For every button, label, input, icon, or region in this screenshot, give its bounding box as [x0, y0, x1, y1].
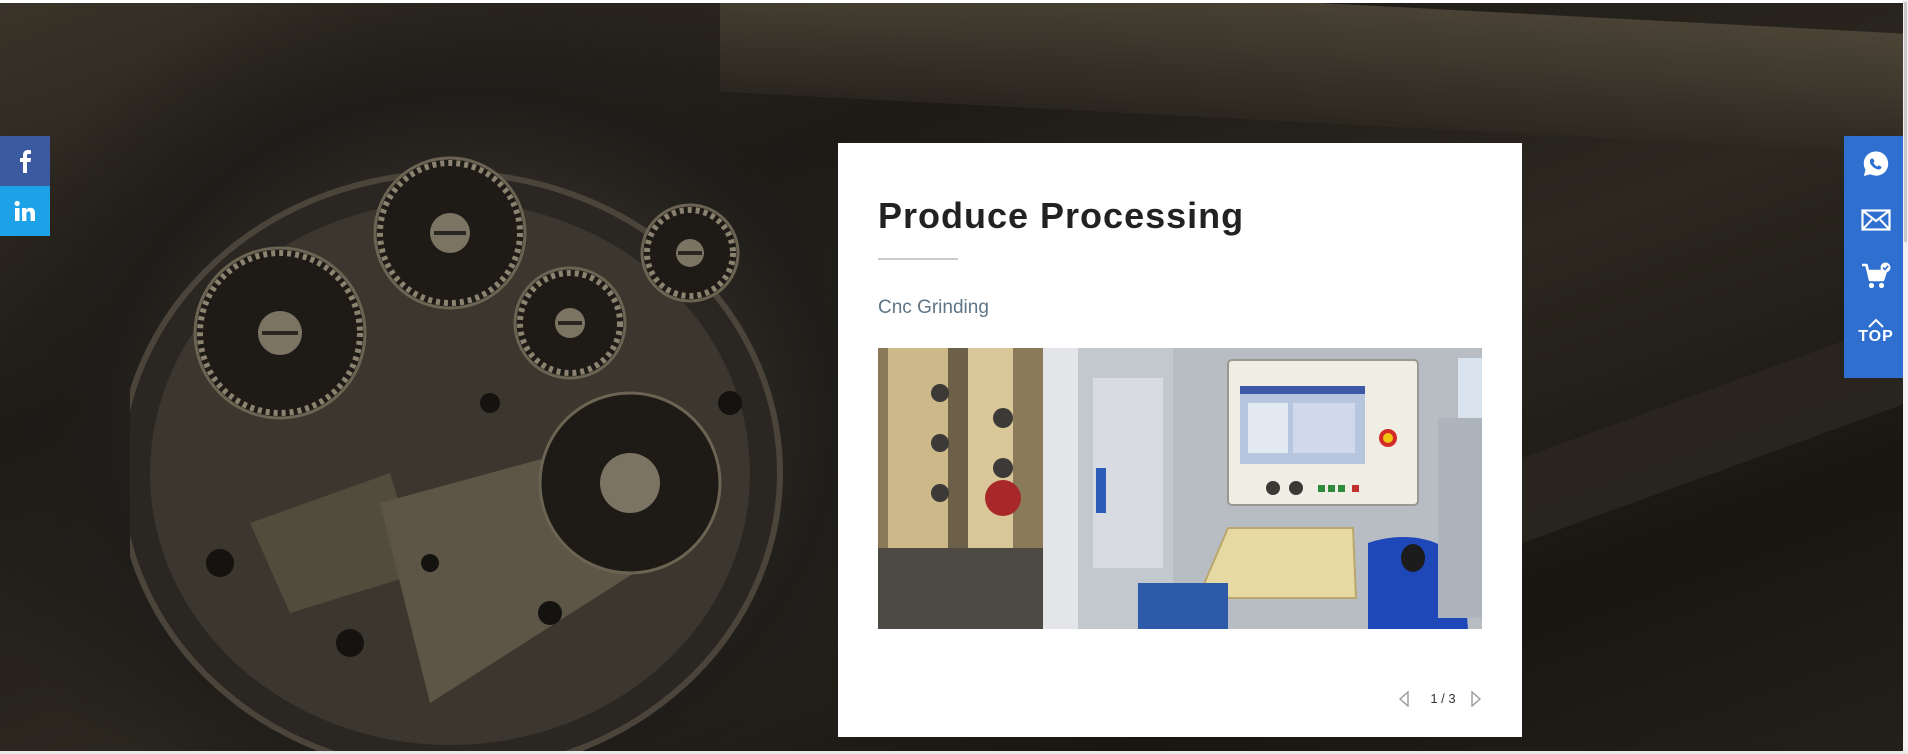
back-to-top-button[interactable]: TOP [1844, 304, 1908, 360]
whatsapp-icon [1863, 151, 1889, 176]
cart-icon [1862, 262, 1891, 289]
back-to-top-label: TOP [1858, 328, 1894, 345]
title-divider [878, 258, 958, 260]
watch-movement-illustration [130, 156, 783, 751]
slide-counter: 1 / 3 [1430, 691, 1456, 706]
background-machine-shape [720, 3, 1908, 155]
cart-button[interactable] [1844, 248, 1908, 304]
facebook-share-button[interactable] [0, 136, 50, 186]
floating-contact-rail: TOP [1844, 136, 1908, 378]
scrollbar-thumb[interactable] [1904, 2, 1907, 242]
linkedin-icon [14, 200, 35, 221]
email-icon [1861, 209, 1891, 231]
cnc-grinding-photo [878, 348, 1482, 629]
slide-pager: 1 / 3 [1398, 688, 1488, 710]
prev-arrow-icon[interactable] [1398, 691, 1410, 707]
whatsapp-button[interactable] [1844, 136, 1908, 192]
chevron-up-icon [1868, 318, 1884, 328]
linkedin-share-button[interactable] [0, 186, 50, 236]
email-button[interactable] [1844, 192, 1908, 248]
cnc-machine-image [878, 348, 1482, 629]
card-subtitle: Cnc Grinding [878, 297, 989, 318]
card-title: Produce Processing [878, 195, 1245, 236]
facebook-icon [20, 150, 31, 173]
content-card: Produce Processing Cnc Grinding 1 / 3 [838, 143, 1522, 737]
next-arrow-icon[interactable] [1470, 691, 1482, 707]
